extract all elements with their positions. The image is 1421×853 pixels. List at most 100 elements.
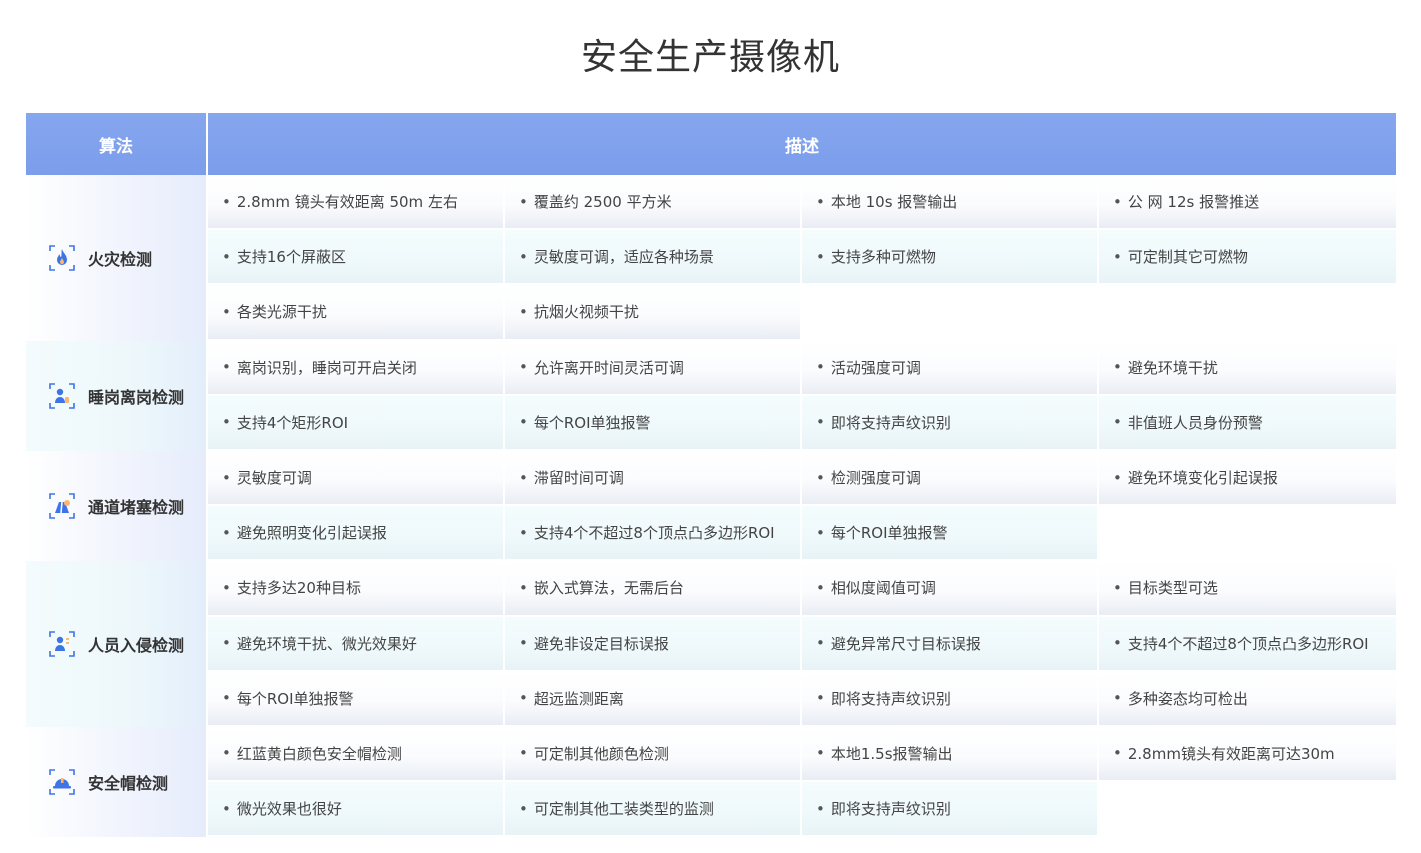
- feature-cell: • 每个ROI单独报警: [505, 395, 800, 449]
- bullet-icon: •: [222, 413, 231, 432]
- feature-text: 避免非设定目标误报: [533, 634, 669, 653]
- feature-cell: • 可定制其他工装类型的监测: [505, 782, 800, 836]
- bullet-icon: •: [519, 634, 528, 653]
- table-row: • 离岗识别，睡岗可开启关闭 • 允许离开时间灵活可调 • 活动强度可调 • 避免环境干扰: [208, 340, 1396, 396]
- feature-cell: • 多种姿态均可检出: [1099, 671, 1396, 725]
- feature-cell: • 本地 10s 报警输出: [802, 175, 1097, 229]
- feature-text: 允许离开时间灵活可调: [533, 358, 684, 377]
- feature-text: 本地1.5s报警输出: [830, 744, 953, 763]
- bullet-icon: •: [1113, 358, 1122, 377]
- helmet-icon: [48, 768, 76, 796]
- bullet-icon: •: [816, 247, 825, 266]
- feature-text: 支持16个屏蔽区: [236, 248, 346, 267]
- feature-cell: • 避免异常尺寸目标误报: [802, 616, 1097, 670]
- feature-cell: • 活动强度可调: [802, 340, 1097, 394]
- empty-cell: [1099, 782, 1396, 836]
- feature-cell: • 红蓝黄白颜色安全帽检测: [208, 726, 503, 781]
- feature-text: 多种姿态均可检出: [1127, 689, 1248, 708]
- algorithm-name: 安全帽检测: [88, 774, 169, 794]
- table-row: • 支持4个矩形ROI • 每个ROI单独报警 • 即将支持声纹识别 • 非值班人员身份预警: [208, 395, 1396, 451]
- feature-cell: • 避免环境变化引起误报: [1099, 450, 1396, 505]
- header-description: 描述: [208, 113, 1396, 175]
- feature-text: 支持4个不超过8个顶点凸多边形ROI: [1127, 634, 1369, 653]
- table-row: • 支持16个屏蔽区 • 灵敏度可调，适应各种场景 • 支持多种可燃物 • 可定制其它可燃物: [208, 230, 1396, 285]
- feature-cell: • 可定制其他颜色检测: [505, 726, 800, 781]
- algorithm-name-cell: 安全帽检测: [26, 726, 206, 838]
- person-seat-icon: [48, 382, 76, 410]
- feature-cell: • 支持多种可燃物: [802, 230, 1097, 284]
- feature-text: 即将支持声纹识别: [830, 689, 951, 708]
- feature-text: 离岗识别，睡岗可开启关闭: [236, 358, 417, 377]
- algorithm-name-cell: 人员入侵检测: [26, 561, 206, 727]
- bullet-icon: •: [222, 468, 231, 487]
- feature-cell: • 避免环境干扰: [1099, 340, 1396, 394]
- feature-cell: • 灵敏度可调: [208, 450, 503, 505]
- feature-cell: • 超远监测距离: [505, 671, 800, 725]
- empty-cell: [1099, 506, 1396, 560]
- feature-cell: • 即将支持声纹识别: [802, 782, 1097, 836]
- feature-text: 支持4个矩形ROI: [236, 413, 349, 432]
- feature-cell: • 每个ROI单独报警: [208, 671, 503, 725]
- table-body: 火灾检测 • 2.8mm 镜头有效距离 50m 左右 • 覆盖约 2500 平方米 • 本地…: [26, 175, 1396, 838]
- bullet-icon: •: [222, 192, 231, 211]
- feature-text: 即将支持声纹识别: [830, 413, 951, 432]
- feature-cell: • 检测强度可调: [802, 450, 1097, 505]
- feature-text: 可定制其他颜色检测: [533, 744, 669, 763]
- feature-cell: • 2.8mm 镜头有效距离 50m 左右: [208, 175, 503, 229]
- empty-cell: [802, 285, 1097, 339]
- feature-cell: • 嵌入式算法，无需后台: [505, 561, 800, 615]
- feature-cell: • 离岗识别，睡岗可开启关闭: [208, 340, 503, 394]
- table-row: • 避免照明变化引起误报 • 支持4个不超过8个顶点凸多边形ROI • 每个ROI单独报警: [208, 506, 1396, 561]
- feature-text: 2.8mm镜头有效距离可达30m: [1127, 744, 1335, 763]
- bullet-icon: •: [816, 413, 825, 432]
- feature-cell: • 避免环境干扰、微光效果好: [208, 616, 503, 670]
- feature-cell: • 即将支持声纹识别: [802, 395, 1097, 449]
- feature-text: 覆盖约 2500 平方米: [533, 193, 672, 212]
- feature-text: 每个ROI单独报警: [830, 524, 948, 543]
- table-header: 算法 描述: [26, 113, 1396, 175]
- feature-cell: • 2.8mm镜头有效距离可达30m: [1099, 726, 1396, 781]
- feature-text: 超远监测距离: [533, 689, 624, 708]
- feature-text: 支持多达20种目标: [236, 579, 361, 598]
- feature-cell: • 相似度阈值可调: [802, 561, 1097, 615]
- feature-text: 2.8mm 镜头有效距离 50m 左右: [236, 193, 458, 212]
- feature-cell: • 每个ROI单独报警: [802, 506, 1097, 560]
- bullet-icon: •: [519, 192, 528, 211]
- feature-text: 可定制其他工装类型的监测: [533, 800, 714, 819]
- bullet-icon: •: [1113, 413, 1122, 432]
- bullet-icon: •: [222, 358, 231, 377]
- bullet-icon: •: [816, 192, 825, 211]
- bullet-icon: •: [222, 247, 231, 266]
- feature-text: 目标类型可选: [1127, 579, 1218, 598]
- bullet-icon: •: [816, 578, 825, 597]
- bullet-icon: •: [1113, 634, 1122, 653]
- bullet-icon: •: [222, 302, 231, 321]
- bullet-icon: •: [519, 689, 528, 708]
- bullet-icon: •: [519, 468, 528, 487]
- feature-text: 避免环境干扰: [1127, 358, 1218, 377]
- feature-text: 灵敏度可调: [236, 469, 312, 488]
- feature-cell: • 非值班人员身份预警: [1099, 395, 1396, 449]
- algorithm-group: 通道堵塞检测 • 灵敏度可调 • 滞留时间可调 • 检测强度可调 • 避免环境变化引起误报 • 避免…: [26, 450, 1396, 562]
- feature-text: 避免照明变化引起误报: [236, 524, 387, 543]
- algorithm-name: 火灾检测: [88, 249, 153, 269]
- bullet-icon: •: [519, 302, 528, 321]
- feature-text: 灵敏度可调，适应各种场景: [533, 248, 714, 267]
- bullet-icon: •: [1113, 689, 1122, 708]
- table-row: • 支持多达20种目标 • 嵌入式算法，无需后台 • 相似度阈值可调 • 目标类型可选: [208, 561, 1396, 616]
- bullet-icon: •: [1113, 192, 1122, 211]
- feature-text: 相似度阈值可调: [830, 579, 936, 598]
- bullet-icon: •: [222, 578, 231, 597]
- table-row: • 微光效果也很好 • 可定制其他工装类型的监测 • 即将支持声纹识别: [208, 782, 1396, 837]
- bullet-icon: •: [519, 358, 528, 377]
- feature-cell: • 公 网 12s 报警推送: [1099, 175, 1396, 229]
- feature-text: 各类光源干扰: [236, 303, 327, 322]
- algorithm-group: 人员入侵检测 • 支持多达20种目标 • 嵌入式算法，无需后台 • 相似度阈值可调 • 目标类型…: [26, 561, 1396, 727]
- bullet-icon: •: [816, 523, 825, 542]
- bullet-icon: •: [816, 358, 825, 377]
- bullet-icon: •: [816, 634, 825, 653]
- bullet-icon: •: [816, 468, 825, 487]
- bullet-icon: •: [519, 744, 528, 763]
- blocked-road-icon: [48, 492, 76, 520]
- table-row: • 2.8mm 镜头有效距离 50m 左右 • 覆盖约 2500 平方米 • 本地 10s…: [208, 175, 1396, 230]
